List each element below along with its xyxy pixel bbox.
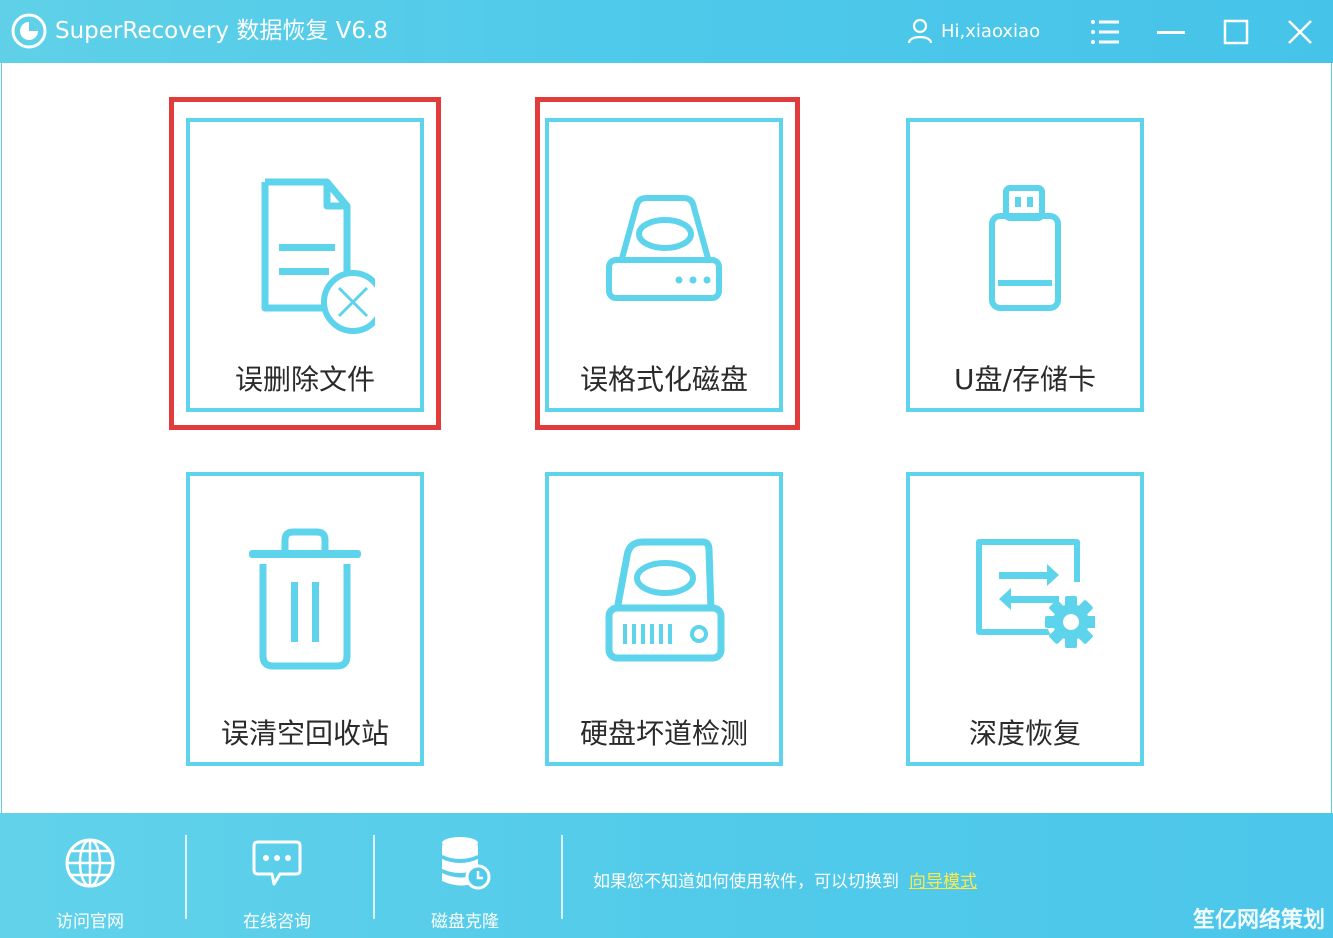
card-label: U盘/存储卡 xyxy=(954,363,1096,396)
disk-clone-button[interactable]: 磁盘克隆 xyxy=(395,833,535,932)
user-icon xyxy=(907,18,933,44)
hint-text: 如果您不知道如何使用软件，可以切换到 xyxy=(593,872,899,892)
wizard-mode-link[interactable]: 向导模式 xyxy=(909,872,977,892)
disk-icon xyxy=(606,195,722,301)
user-account[interactable]: Hi,xiaoxiao xyxy=(907,16,1040,46)
divider xyxy=(185,835,187,919)
deep-recovery-icon xyxy=(976,539,1095,648)
card-deep-recovery[interactable]: 深度恢复 xyxy=(906,472,1144,766)
card-usb-drive[interactable]: U盘/存储卡 xyxy=(906,118,1144,412)
close-icon xyxy=(1288,20,1312,44)
card-bad-sector-check[interactable]: 硬盘坏道检测 xyxy=(545,472,783,766)
minimize-icon xyxy=(1157,31,1185,34)
online-consult-button[interactable]: 在线咨询 xyxy=(207,833,347,932)
maximize-icon xyxy=(1223,19,1249,45)
close-button[interactable] xyxy=(1280,12,1320,52)
watermark: 笙亿网络策划 xyxy=(1192,908,1325,933)
footer-label: 访问官网 xyxy=(56,912,124,932)
deleted-file-icon xyxy=(261,178,375,334)
menu-list-icon xyxy=(1091,20,1119,44)
app-logo-icon xyxy=(11,13,47,49)
wizard-hint: 如果您不知道如何使用软件，可以切换到 向导模式 xyxy=(593,867,977,892)
usb-drive-icon xyxy=(989,185,1061,311)
menu-button[interactable] xyxy=(1085,12,1125,52)
divider xyxy=(561,835,563,919)
database-clone-icon xyxy=(442,837,491,890)
card-formatted-disk[interactable]: 误格式化磁盘 xyxy=(545,118,783,412)
card-recycle-bin[interactable]: 误清空回收站 xyxy=(186,472,424,766)
hard-drive-icon xyxy=(605,538,725,662)
card-label: 深度恢复 xyxy=(968,717,1081,750)
footer-label: 在线咨询 xyxy=(243,912,311,932)
footer-label: 磁盘克隆 xyxy=(431,912,499,932)
maximize-button[interactable] xyxy=(1216,12,1256,52)
visit-website-button[interactable]: 访问官网 xyxy=(20,833,160,932)
card-label: 误删除文件 xyxy=(234,363,375,396)
user-name: Hi,xiaoxiao xyxy=(941,20,1041,42)
title-bar: SuperRecovery 数据恢复 V6.8 Hi,xiaoxiao xyxy=(0,0,1333,63)
minimize-button[interactable] xyxy=(1151,12,1191,52)
globe-icon xyxy=(65,838,115,888)
card-label: 误清空回收站 xyxy=(220,717,389,750)
divider xyxy=(373,835,375,919)
card-deleted-file[interactable]: 误删除文件 xyxy=(186,118,424,412)
app-title: SuperRecovery 数据恢复 V6.8 xyxy=(55,18,388,44)
footer-bar: 访问官网 在线咨询 磁盘克隆 如果您不知道如何使用软件，可以切换到 向导模式 笙… xyxy=(0,813,1333,938)
trash-icon xyxy=(249,528,361,670)
chat-icon xyxy=(252,840,302,886)
card-label: 误格式化磁盘 xyxy=(579,363,748,396)
card-label: 硬盘坏道检测 xyxy=(579,717,748,750)
